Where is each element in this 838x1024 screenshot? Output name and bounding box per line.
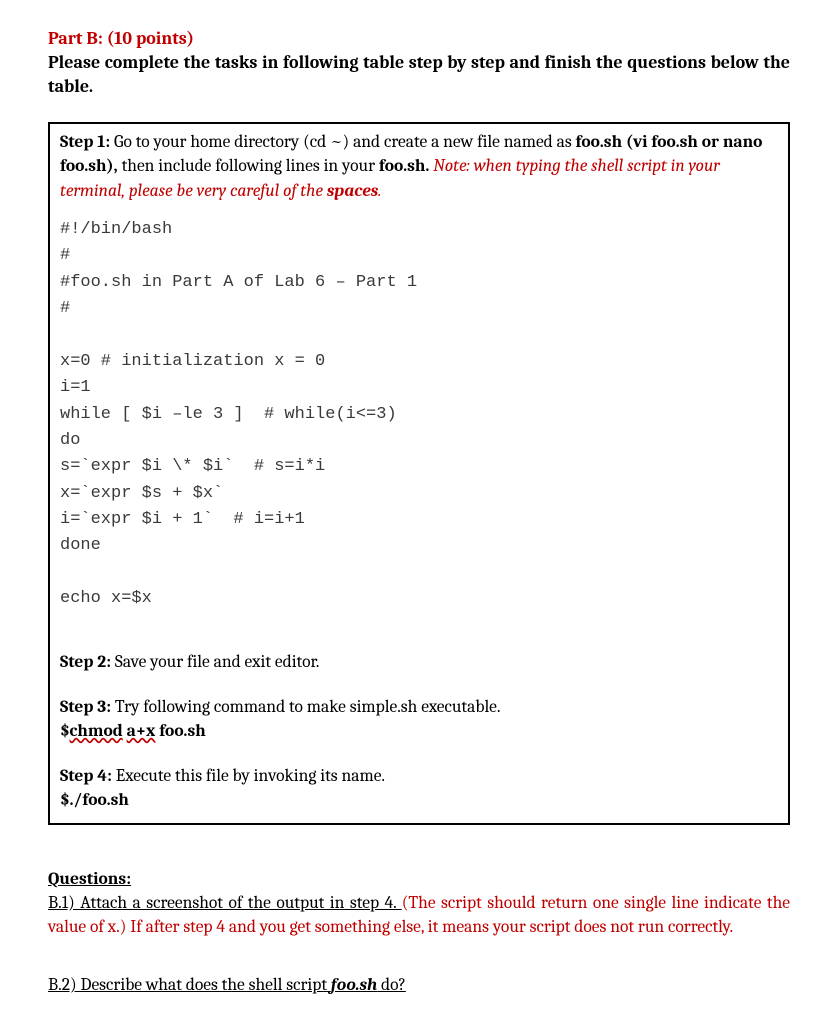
question-b1-underline: B.1) Attach a screenshot of the output i… <box>48 893 402 913</box>
step-1-note-end: . <box>378 181 381 201</box>
steps-box: Step 1: Go to your home directory (cd ~)… <box>48 122 790 825</box>
question-b1: B.1) Attach a screenshot of the output i… <box>48 891 790 939</box>
part-title: Part B: (10 points) <box>48 28 790 49</box>
document-page: Part B: (10 points) Please complete the … <box>0 0 838 1017</box>
step-4-label: Step 4: <box>60 766 112 786</box>
step-1: Step 1: Go to your home directory (cd ~)… <box>60 130 778 204</box>
question-b2: B.2) Describe what does the shell script… <box>48 973 790 997</box>
step-4-command: $./foo.sh <box>60 788 778 813</box>
step-2: Step 2: Save your file and exit editor. <box>60 650 778 675</box>
step-1-note-bold: spaces <box>327 181 378 201</box>
questions-heading: Questions: <box>48 867 131 891</box>
step-3-cmd-prefix: $ <box>60 721 70 741</box>
question-b2-text-1: B.2) Describe what does the shell script <box>48 975 331 995</box>
step-3: Step 3: Try following command to make si… <box>60 695 778 720</box>
step-4-text: Execute this file by invoking its name. <box>112 766 385 786</box>
step-3-command: $chmod a+x foo.sh <box>60 719 778 744</box>
step-3-label: Step 3: <box>60 697 111 717</box>
step-1-text-1: Go to your home directory (cd ~) and cre… <box>110 132 575 152</box>
step-3-cmd-chmod: chmod <box>70 721 123 741</box>
step-4: Step 4: Execute this file by invoking it… <box>60 764 778 789</box>
questions-section: Questions: B.1) Attach a screenshot of t… <box>48 867 790 998</box>
step-3-cmd-file: foo.sh <box>155 721 205 741</box>
step-1-label: Step 1: <box>60 132 110 152</box>
step-1-bold-2: foo.sh. <box>379 156 430 176</box>
instruction-text: Please complete the tasks in following t… <box>48 51 790 100</box>
step-2-text: Save your file and exit editor. <box>111 652 319 672</box>
step-3-text: Try following command to make simple.sh … <box>111 697 500 717</box>
question-b2-text-2: do? <box>377 975 406 995</box>
question-b2-bold: foo.sh <box>331 975 377 995</box>
step-1-text-2: then include following lines in your <box>118 156 379 176</box>
shell-script-code: #!/bin/bash # #foo.sh in Part A of Lab 6… <box>60 217 778 612</box>
step-3-cmd-atx: a+x <box>127 721 156 741</box>
step-2-label: Step 2: <box>60 652 111 672</box>
